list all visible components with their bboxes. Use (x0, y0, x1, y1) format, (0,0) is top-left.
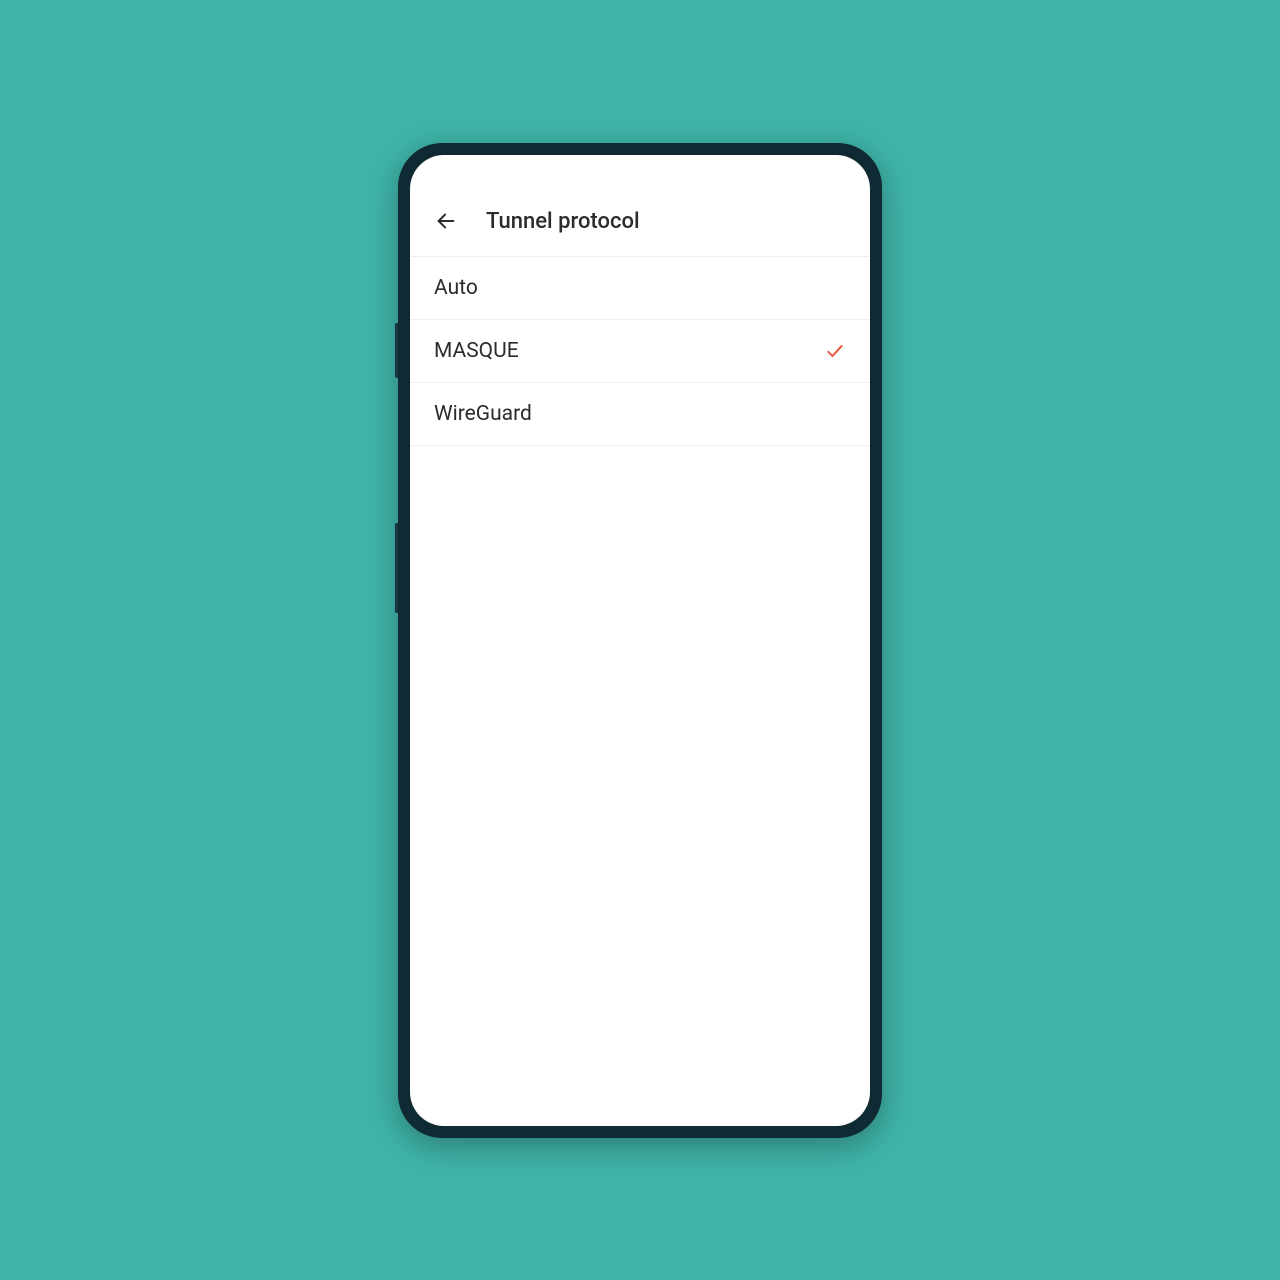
checkmark-icon (824, 340, 846, 362)
page-title: Tunnel protocol (486, 209, 640, 234)
protocol-option-auto[interactable]: Auto (410, 257, 870, 320)
back-icon[interactable] (434, 209, 458, 233)
phone-side-button (395, 323, 398, 378)
app-header: Tunnel protocol (410, 179, 870, 257)
protocol-option-label: MASQUE (434, 339, 519, 363)
phone-side-button (395, 523, 398, 613)
protocol-option-label: WireGuard (434, 402, 532, 426)
phone-screen: Tunnel protocol Auto MASQUE WireGuard (410, 155, 870, 1126)
protocol-option-masque[interactable]: MASQUE (410, 320, 870, 383)
protocol-option-label: Auto (434, 276, 478, 300)
protocol-option-wireguard[interactable]: WireGuard (410, 383, 870, 446)
phone-frame: Tunnel protocol Auto MASQUE WireGuard (398, 143, 882, 1138)
